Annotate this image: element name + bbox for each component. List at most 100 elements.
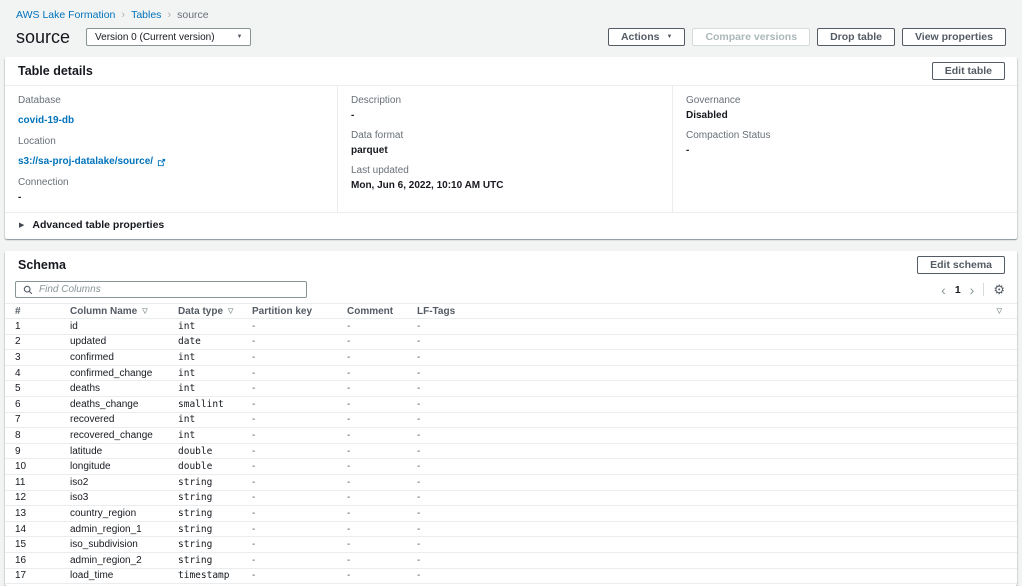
cell-comment: - bbox=[347, 399, 417, 410]
cell-comment: - bbox=[347, 430, 417, 441]
column-header-lf-tags: LF-Tags bbox=[417, 306, 1017, 317]
cell-lf-tags: - bbox=[417, 368, 1017, 379]
cell-comment: - bbox=[347, 555, 417, 566]
last-updated-value: Mon, Jun 6, 2022, 10:10 AM UTC bbox=[351, 180, 658, 192]
cell-column-name: iso2 bbox=[70, 477, 178, 488]
schema-pagination: ‹ 1 › ⚙ bbox=[941, 283, 1005, 297]
edit-schema-button[interactable]: Edit schema bbox=[917, 256, 1005, 274]
cell-lf-tags: - bbox=[417, 430, 1017, 441]
cell-column-name: updated bbox=[70, 336, 178, 347]
cell-partition-key: - bbox=[252, 508, 347, 519]
database-link[interactable]: covid-19-db bbox=[18, 115, 74, 127]
cell-comment: - bbox=[347, 477, 417, 488]
column-header-column-name[interactable]: Column Name ▽ bbox=[70, 306, 178, 317]
cell-data-type: smallint bbox=[178, 399, 252, 410]
cell-comment: - bbox=[347, 524, 417, 535]
cell-lf-tags: - bbox=[417, 352, 1017, 363]
edit-table-button[interactable]: Edit table bbox=[932, 62, 1005, 80]
cell-row-number: 17 bbox=[15, 570, 70, 581]
cell-data-type: date bbox=[178, 336, 252, 347]
cell-partition-key: - bbox=[252, 461, 347, 472]
cell-lf-tags: - bbox=[417, 461, 1017, 472]
cell-lf-tags: - bbox=[417, 399, 1017, 410]
cell-partition-key: - bbox=[252, 570, 347, 581]
page-header: source Version 0 (Current version) ▼ Act… bbox=[16, 27, 1006, 47]
cell-lf-tags: - bbox=[417, 414, 1017, 425]
cell-data-type: string bbox=[178, 492, 252, 503]
schema-search-box bbox=[15, 281, 307, 298]
breadcrumb-chevron-icon: › bbox=[167, 9, 171, 21]
cell-lf-tags: - bbox=[417, 570, 1017, 581]
last-updated-label: Last updated bbox=[351, 165, 658, 177]
database-label: Database bbox=[18, 95, 323, 107]
next-page-icon[interactable]: › bbox=[970, 283, 975, 297]
cell-column-name: iso3 bbox=[70, 492, 178, 503]
compaction-status-value: - bbox=[686, 145, 1003, 157]
description-label: Description bbox=[351, 95, 658, 107]
cell-row-number: 4 bbox=[15, 368, 70, 379]
cell-data-type: int bbox=[178, 430, 252, 441]
version-select[interactable]: Version 0 (Current version) ▼ bbox=[86, 28, 251, 46]
cell-row-number: 7 bbox=[15, 414, 70, 425]
description-value: - bbox=[351, 110, 658, 122]
location-link[interactable]: s3://sa-proj-datalake/source/ bbox=[18, 156, 166, 168]
cell-column-name: load_time bbox=[70, 570, 178, 581]
cell-row-number: 5 bbox=[15, 383, 70, 394]
advanced-table-properties-expander[interactable]: ▶ Advanced table properties bbox=[5, 212, 1017, 239]
cell-partition-key: - bbox=[252, 352, 347, 363]
cell-partition-key: - bbox=[252, 383, 347, 394]
cell-row-number: 11 bbox=[15, 477, 70, 488]
view-properties-button[interactable]: View properties bbox=[902, 28, 1006, 46]
cell-comment: - bbox=[347, 336, 417, 347]
governance-label: Governance bbox=[686, 95, 1003, 107]
schema-title: Schema bbox=[18, 258, 66, 272]
cell-data-type: int bbox=[178, 352, 252, 363]
cell-data-type: string bbox=[178, 508, 252, 519]
cell-partition-key: - bbox=[252, 446, 347, 457]
cell-comment: - bbox=[347, 461, 417, 472]
header-actions: Actions ▼ Compare versions Drop table Vi… bbox=[608, 28, 1006, 46]
cell-row-number: 6 bbox=[15, 399, 70, 410]
cell-lf-tags: - bbox=[417, 383, 1017, 394]
table-row: 5 deaths int - - - bbox=[5, 381, 1017, 397]
table-row: 10 longitude double - - - bbox=[5, 459, 1017, 475]
breadcrumb-link-tables[interactable]: Tables bbox=[131, 9, 161, 21]
table-row: 7 recovered int - - - bbox=[5, 413, 1017, 429]
compare-versions-button[interactable]: Compare versions bbox=[692, 28, 810, 46]
page-number[interactable]: 1 bbox=[955, 284, 961, 296]
column-header-data-type[interactable]: Data type ▽ bbox=[178, 306, 252, 317]
breadcrumb-chevron-icon: › bbox=[121, 9, 125, 21]
column-header-number: # bbox=[15, 306, 70, 317]
actions-button[interactable]: Actions ▼ bbox=[608, 28, 685, 46]
cell-partition-key: - bbox=[252, 399, 347, 410]
settings-gear-icon[interactable]: ⚙ bbox=[993, 283, 1005, 296]
sort-caret-icon: ▽ bbox=[142, 307, 147, 315]
previous-page-icon[interactable]: ‹ bbox=[941, 283, 946, 297]
table-details-grid: Database covid-19-db Location s3://sa-pr… bbox=[5, 86, 1017, 212]
governance-value: Disabled bbox=[686, 110, 1003, 122]
header-filter-caret-icon[interactable]: ▽ bbox=[997, 307, 1002, 315]
schema-search-input[interactable] bbox=[39, 284, 299, 295]
cell-column-name: iso_subdivision bbox=[70, 539, 178, 550]
table-row: 17 load_time timestamp - - - bbox=[5, 569, 1017, 585]
cell-comment: - bbox=[347, 446, 417, 457]
cell-column-name: admin_region_2 bbox=[70, 555, 178, 566]
cell-comment: - bbox=[347, 508, 417, 519]
breadcrumb-link-lake-formation[interactable]: AWS Lake Formation bbox=[16, 9, 115, 21]
cell-partition-key: - bbox=[252, 321, 347, 332]
cell-lf-tags: - bbox=[417, 524, 1017, 535]
external-link-icon bbox=[157, 158, 166, 167]
cell-data-type: string bbox=[178, 555, 252, 566]
cell-column-name: deaths_change bbox=[70, 399, 178, 410]
schema-toolbar: ‹ 1 › ⚙ bbox=[5, 279, 1017, 303]
table-details-title: Table details bbox=[18, 64, 93, 78]
cell-lf-tags: - bbox=[417, 539, 1017, 550]
cell-row-number: 9 bbox=[15, 446, 70, 457]
table-row: 15 iso_subdivision string - - - bbox=[5, 537, 1017, 553]
cell-data-type: double bbox=[178, 461, 252, 472]
cell-comment: - bbox=[347, 368, 417, 379]
page-title: source bbox=[16, 27, 70, 47]
cell-column-name: recovered bbox=[70, 414, 178, 425]
schema-table-header: # Column Name ▽ Data type ▽ Partition ke… bbox=[5, 303, 1017, 319]
drop-table-button[interactable]: Drop table bbox=[817, 28, 895, 46]
